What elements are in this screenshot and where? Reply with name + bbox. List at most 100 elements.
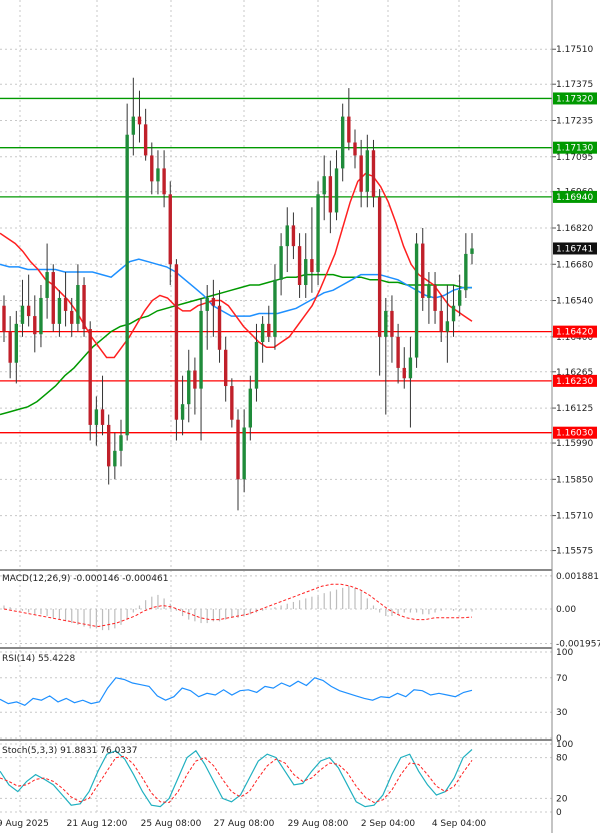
candle-bullish <box>76 285 80 324</box>
candle-bearish <box>328 176 333 213</box>
stoch-title: Stoch(5,3,3) 91.8831 76.0337 <box>2 746 137 756</box>
candle-bearish <box>347 116 351 143</box>
rsi-tick-label: 70 <box>556 674 568 684</box>
candle-bearish <box>396 336 400 368</box>
candle-bullish <box>131 116 136 135</box>
candle-bullish <box>340 116 345 169</box>
price-tick-label: 1.16820 <box>556 224 593 234</box>
candle-bearish <box>143 124 148 156</box>
candle-bullish <box>445 321 450 332</box>
candle-bearish <box>51 272 55 324</box>
macd-histogram <box>3 586 473 631</box>
candle-bullish <box>365 150 370 192</box>
rsi-tick-label: 100 <box>556 648 573 658</box>
time-tick-label: 19 Aug 2025 <box>0 819 49 829</box>
stoch-tick-label: 0 <box>556 808 562 818</box>
candle-bullish <box>384 310 388 337</box>
price-tick-label: 1.16680 <box>556 260 593 270</box>
trading-chart: 1.175101.173751.172351.170951.169601.168… <box>0 0 600 833</box>
candle-bearish <box>100 409 105 425</box>
candle-bullish <box>119 435 123 451</box>
time-tick-label: 4 Sep 04:00 <box>432 819 487 829</box>
price-tick-label: 1.17235 <box>556 116 593 126</box>
candle-bullish <box>254 342 259 389</box>
candle-bullish <box>113 450 117 467</box>
rsi-title: RSI(14) 55.4228 <box>2 654 75 664</box>
candle-bearish <box>162 168 166 195</box>
candle-bullish <box>451 305 456 322</box>
candle-bullish <box>457 290 462 306</box>
candle-bullish <box>199 310 203 389</box>
candle-bullish <box>470 248 474 254</box>
candle-bearish <box>150 155 154 182</box>
candle-bearish <box>82 285 86 330</box>
candle-bearish <box>8 331 12 363</box>
rsi-line <box>0 677 473 706</box>
time-axis: 19 Aug 2025 21 Aug 12:00 25 Aug 08:00 27 Au… <box>0 819 486 829</box>
macd-pane: 0.0018810.00-0.001957 MACD(12,26,9) -0.0… <box>0 572 600 649</box>
candle-bearish <box>168 194 172 265</box>
macd-title: MACD(12,26,9) -0.000146 -0.000461 <box>2 574 168 584</box>
candle-bearish <box>390 310 394 337</box>
rsi-axis: 10070300 <box>556 648 573 744</box>
price-tick-label: 1.15710 <box>556 512 593 522</box>
macd-signal-line <box>3 583 473 628</box>
candle-bearish <box>402 367 406 379</box>
candle-bearish <box>223 349 228 387</box>
candle-bearish <box>267 323 271 337</box>
price-tick-label: 1.17375 <box>556 80 593 90</box>
price-tick-label: 1.17095 <box>556 153 593 163</box>
candle-bullish <box>408 357 413 379</box>
candle-bullish <box>316 194 320 273</box>
macd-grid <box>0 575 552 644</box>
candle-bullish <box>304 259 308 285</box>
candle-bullish <box>464 253 468 291</box>
candle-bearish <box>433 285 437 311</box>
candle-bearish <box>174 264 179 420</box>
candle-bullish <box>279 246 283 280</box>
candle-bullish <box>187 370 191 405</box>
candle-bullish <box>248 388 253 428</box>
candle-bearish <box>88 329 92 425</box>
candle-bullish <box>322 176 326 195</box>
price-axis: 1.175101.173751.172351.170951.169601.168… <box>552 45 597 557</box>
candle-bearish <box>359 155 363 192</box>
price-tick-label: 1.15850 <box>556 475 593 485</box>
price-tick-label: 1.16540 <box>556 297 593 307</box>
candle-bearish <box>106 424 111 467</box>
candle-bullish <box>156 168 160 182</box>
candle-bullish <box>39 297 43 335</box>
stoch-tick-label: 100 <box>556 740 573 750</box>
candle-bullish <box>414 243 419 358</box>
candle-bullish <box>285 225 289 247</box>
candle-bearish <box>2 305 6 332</box>
price-pane: 1.175101.173751.172351.170951.169601.168… <box>0 0 597 812</box>
candle-bearish <box>439 310 443 332</box>
rsi-pane: 10070300 RSI(14) 55.4228 <box>0 648 573 744</box>
price-tick-label: 1.16125 <box>556 404 593 414</box>
candle-bullish <box>205 297 209 311</box>
level-label: 1.16230 <box>556 377 593 387</box>
stoch-tick-label: 20 <box>556 794 568 804</box>
candle-bullish <box>57 297 62 324</box>
time-tick-label: 29 Aug 08:00 <box>288 819 349 829</box>
stoch-pane: 100 80 20 0 Stoch(5,3,3) 91.8831 76.0337 <box>0 740 573 818</box>
time-tick-label: 21 Aug 12:00 <box>67 819 128 829</box>
candle-bearish <box>310 259 314 273</box>
level-label: 1.17320 <box>556 94 593 104</box>
candle-bearish <box>211 297 216 306</box>
candle-bearish <box>236 419 240 480</box>
candle-bearish <box>291 225 296 247</box>
level-label: 1.16420 <box>556 328 593 338</box>
candle-bullish <box>242 427 246 480</box>
candle-bullish <box>334 168 339 213</box>
candle-bearish <box>33 316 37 335</box>
current-price-label: 1.16741 <box>556 244 593 254</box>
candle-bearish <box>137 116 142 125</box>
candle-bearish <box>70 310 74 324</box>
candle-bearish <box>297 246 302 285</box>
level-label: 1.16030 <box>556 429 593 439</box>
candle-bullish <box>20 305 25 324</box>
candle-bullish <box>45 272 49 298</box>
candle-bearish <box>26 305 31 317</box>
